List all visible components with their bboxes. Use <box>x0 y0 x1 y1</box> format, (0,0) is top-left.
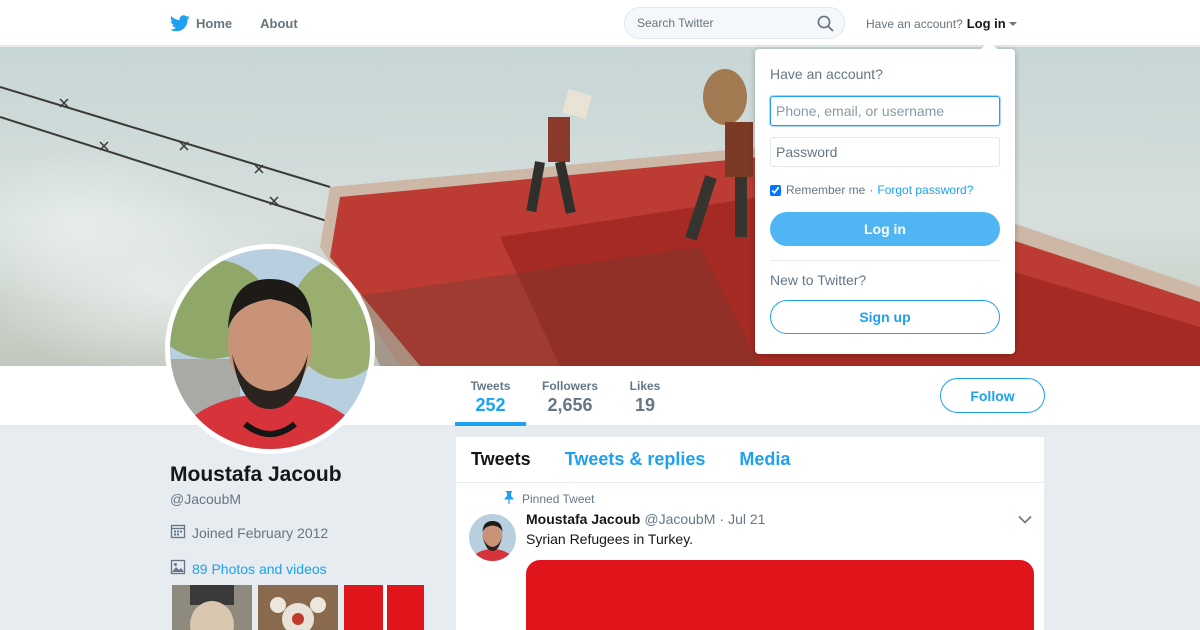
login-dropdown-toggle[interactable]: Log in <box>967 16 1017 31</box>
profile-name[interactable]: Moustafa Jacoub <box>170 463 342 487</box>
nav-about[interactable]: About <box>260 16 298 31</box>
calendar-icon <box>170 523 192 542</box>
tweet-media[interactable] <box>526 560 1034 630</box>
signup-button[interactable]: Sign up <box>770 300 1000 334</box>
forgot-password-link[interactable]: Forgot password? <box>877 183 973 197</box>
photo-thumbnail[interactable] <box>344 585 424 630</box>
tweet-author-name[interactable]: Moustafa Jacoub <box>526 511 640 527</box>
nav-about-label: About <box>260 15 298 31</box>
login-dropdown: Have an account? Remember me · Forgot pa… <box>755 41 1015 354</box>
primary-nav: Home About <box>170 0 326 46</box>
stat-likes-label: Likes <box>629 379 661 393</box>
dropdown-title: Have an account? <box>770 66 883 82</box>
image-icon <box>170 559 192 578</box>
photo-thumbnail[interactable] <box>172 585 252 630</box>
nav-home[interactable]: Home <box>170 14 233 32</box>
stat-followers-label: Followers <box>541 379 598 393</box>
nav-home-label: Home <box>196 15 233 31</box>
pinned-tweet[interactable]: Pinned Tweet Moustafa Jacoub @JacoubM · … <box>456 483 1044 630</box>
top-navigation-bar: Home About Have an account? Log in <box>0 0 1200 46</box>
pinned-label: Pinned Tweet <box>522 492 595 506</box>
follow-button[interactable]: Follow <box>940 378 1045 413</box>
password-field[interactable] <box>770 137 1000 167</box>
photo-thumbnails <box>172 585 430 630</box>
search-input[interactable] <box>625 8 805 38</box>
dropdown-divider <box>770 260 1000 261</box>
stat-tweets[interactable]: Tweets 252 <box>455 366 526 426</box>
username-field[interactable] <box>770 96 1000 126</box>
tweet-timestamp[interactable]: Jul 21 <box>728 511 765 527</box>
stat-followers[interactable]: Followers 2,656 <box>540 366 600 426</box>
remember-row: Remember me · Forgot password? <box>770 183 973 197</box>
remember-me-label[interactable]: Remember me <box>786 183 865 197</box>
profile-avatar[interactable] <box>165 244 375 454</box>
login-link-label: Log in <box>966 16 1006 31</box>
profile-joined: Joined February 2012 <box>170 523 328 542</box>
stat-likes-value: 19 <box>634 395 656 415</box>
joined-text: Joined February 2012 <box>192 524 329 541</box>
tab-tweets-and-replies[interactable]: Tweets & replies <box>565 449 706 470</box>
account-prompt: Have an account? Log in <box>866 16 1017 31</box>
remember-separator: · <box>869 183 874 197</box>
photos-and-videos-link[interactable]: 89 Photos and videos <box>170 559 327 578</box>
search-icon[interactable] <box>817 15 834 32</box>
stat-likes[interactable]: Likes 19 <box>625 366 665 426</box>
tweet-text: Syrian Refugees in Turkey. <box>526 531 694 547</box>
tweet-header: Moustafa Jacoub @JacoubM · Jul 21 <box>526 511 765 527</box>
avatar-photo <box>170 249 370 449</box>
chevron-down-icon <box>1008 21 1017 26</box>
tab-tweets[interactable]: Tweets <box>471 449 531 470</box>
tweet-separator: · <box>719 511 725 527</box>
remember-me-checkbox[interactable] <box>770 184 781 196</box>
pin-icon <box>504 491 522 507</box>
stat-tweets-label: Tweets <box>470 379 511 393</box>
search-box <box>624 7 845 39</box>
tweet-avatar[interactable] <box>469 514 516 561</box>
photo-thumbnail[interactable] <box>258 585 338 630</box>
tweet-menu-chevron-icon[interactable] <box>1018 515 1032 524</box>
stat-followers-value: 2,656 <box>547 395 593 415</box>
have-account-text: Have an account? <box>866 16 963 31</box>
tab-media[interactable]: Media <box>739 449 790 470</box>
tweet-author-handle[interactable]: @JacoubM <box>644 511 715 527</box>
profile-handle[interactable]: @JacoubM <box>170 491 241 507</box>
stat-tweets-value: 252 <box>475 395 506 415</box>
pinned-tweet-context: Pinned Tweet <box>504 491 595 507</box>
timeline-tabs: Tweets Tweets & replies Media <box>456 437 1044 483</box>
photos-link-label: 89 Photos and videos <box>192 560 327 577</box>
timeline: Tweets Tweets & replies Media Pinned Twe… <box>456 437 1044 630</box>
new-to-twitter-text: New to Twitter? <box>770 272 867 288</box>
login-button[interactable]: Log in <box>770 212 1000 246</box>
twitter-bird-icon <box>170 14 190 32</box>
